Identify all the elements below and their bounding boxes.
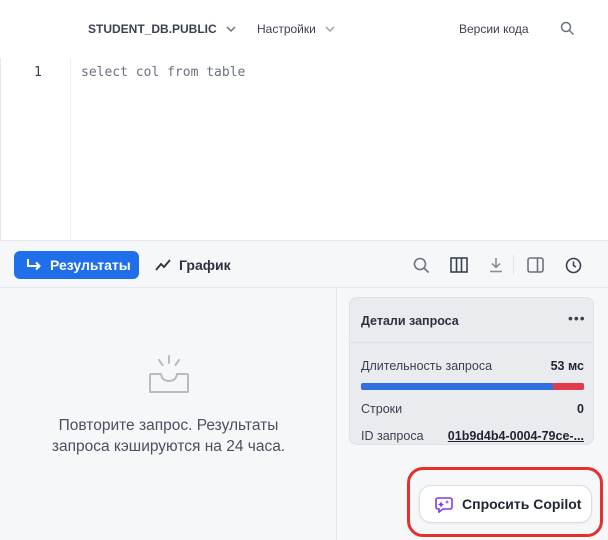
- history-icon[interactable]: [562, 254, 584, 276]
- database-label: STUDENT_DB.PUBLIC: [88, 22, 217, 36]
- line-chart-icon: [155, 259, 171, 271]
- query-details-card: Детали запроса ••• Длительность запроса …: [349, 297, 594, 445]
- query-id-link[interactable]: 01b9d4b4-0004-79ce-...: [448, 429, 584, 443]
- query-id-label: ID запроса: [361, 429, 424, 443]
- settings-label: Настройки: [257, 22, 316, 36]
- duration-label: Длительность запроса: [361, 359, 493, 373]
- query-id-row: ID запроса 01b9d4b4-0004-79ce-...: [361, 429, 584, 443]
- columns-icon[interactable]: [448, 254, 470, 276]
- rows-label: Строки: [361, 402, 403, 416]
- copilot-sparkle-icon: [435, 497, 453, 513]
- chevron-down-icon: [226, 26, 236, 33]
- rows-value: 0: [577, 402, 584, 416]
- chart-tab[interactable]: График: [155, 251, 231, 279]
- results-pane: Повторите запрос. Результаты запроса кэш…: [0, 288, 337, 540]
- search-results-icon[interactable]: [410, 254, 432, 276]
- ask-copilot-button[interactable]: Спросить Copilot: [419, 485, 592, 523]
- duration-bar: [361, 383, 584, 390]
- split-pane-icon[interactable]: [524, 254, 546, 276]
- ask-copilot-label: Спросить Copilot: [462, 496, 582, 512]
- empty-tray-icon: [149, 355, 189, 393]
- results-tab-label: Результаты: [50, 257, 131, 273]
- return-arrow-icon: [27, 259, 41, 271]
- line-number: 1: [34, 65, 42, 80]
- line-gutter: 1: [1, 58, 71, 240]
- search-icon[interactable]: [560, 21, 575, 36]
- empty-results-message: Повторите запрос. Результаты запроса кэш…: [51, 417, 286, 455]
- duration-row: Длительность запроса 53 мс: [361, 359, 584, 373]
- results-tab[interactable]: Результаты: [14, 251, 139, 279]
- sql-editor[interactable]: 1 select col from table: [0, 58, 608, 240]
- more-options-icon[interactable]: •••: [568, 310, 586, 326]
- toolbar-divider: [513, 255, 514, 275]
- settings-dropdown[interactable]: Настройки: [257, 22, 336, 36]
- download-icon[interactable]: [485, 254, 507, 276]
- details-divider: [350, 342, 593, 343]
- code-line[interactable]: select col from table: [81, 65, 245, 80]
- query-details-title: Детали запроса: [361, 314, 459, 328]
- code-versions-button[interactable]: Версии кода: [459, 22, 529, 36]
- results-toolbar: Результаты График: [0, 240, 608, 288]
- duration-bar-segment-execution: [361, 383, 553, 390]
- chart-tab-label: График: [179, 257, 231, 273]
- duration-bar-segment-overhead: [552, 383, 584, 390]
- rows-row: Строки 0: [361, 402, 584, 416]
- code-versions-label: Версии кода: [459, 22, 529, 36]
- top-bar: STUDENT_DB.PUBLIC Настройки Версии кода: [0, 0, 608, 58]
- duration-value: 53 мс: [550, 359, 584, 373]
- database-selector[interactable]: STUDENT_DB.PUBLIC: [88, 22, 237, 36]
- chevron-down-icon: [325, 26, 335, 33]
